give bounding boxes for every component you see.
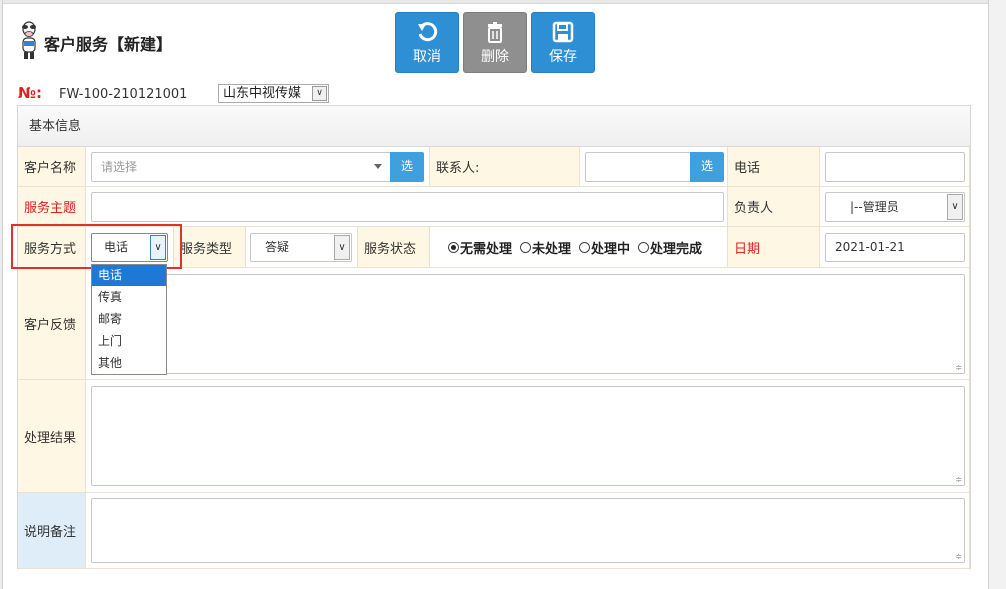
service-type-label: 服务类型 [174,227,246,268]
feedback-textarea[interactable]: ≑ [91,274,965,374]
window-right-scrollbar[interactable] [988,0,1006,589]
status-radio-processing[interactable]: 处理中 [579,238,630,257]
subject-input[interactable] [91,192,724,222]
status-radio-no-need[interactable]: 无需处理 [448,238,512,257]
dropdown-option[interactable]: 其他 [92,352,166,374]
date-input[interactable]: 2021-01-21 [825,233,965,262]
resize-grip-icon[interactable]: ≑ [955,364,962,372]
cancel-button-label: 取消 [413,49,441,65]
resize-grip-icon[interactable]: ≑ [955,476,962,484]
customer-name-label: 客户名称 [18,147,86,187]
service-status-radio-group: 无需处理 未处理 处理中 处理完成 [448,238,710,257]
chevron-down-icon: ∨ [334,235,350,260]
result-textarea[interactable]: ≑ [91,386,965,486]
dropdown-option[interactable]: 电话 [92,265,166,286]
service-status-label: 服务状态 [358,227,430,268]
cancel-button[interactable]: 取消 [395,12,459,73]
contact-input[interactable] [585,152,693,182]
contact-label: 联系人: [430,147,580,187]
radio-checked-icon [448,242,459,253]
dropdown-option[interactable]: 上门 [92,330,166,352]
chevron-down-icon: ∨ [947,194,963,220]
dropdown-option[interactable]: 传真 [92,286,166,308]
contact-choose-button[interactable]: 选 [690,152,724,182]
page-header: 客户服务【新建】 [16,20,172,62]
dropdown-option[interactable]: 邮寄 [92,308,166,330]
page-title: 客户服务【新建】 [44,35,173,54]
window-left-edge [0,0,3,589]
window-top-edge [0,0,1006,4]
panel-title: 基本信息 [18,106,970,147]
save-button[interactable]: 保存 [531,12,595,73]
radio-unchecked-icon [638,242,650,253]
result-label: 处理结果 [18,380,86,493]
service-method-dropdown-list: 电话 传真 邮寄 上门 其他 [91,264,167,375]
resize-grip-icon[interactable]: ≑ [955,553,962,561]
save-button-label: 保存 [549,49,577,65]
owner-label: 负责人 [728,187,820,227]
customer-name-choose-button[interactable]: 选 [390,152,424,182]
record-number-label: №: [18,84,43,102]
phone-input[interactable] [825,152,965,182]
owner-select[interactable]: |--管理员 ∨ [825,192,965,222]
status-radio-pending[interactable]: 未处理 [520,238,571,257]
phone-label: 电话 [728,147,820,187]
company-select[interactable]: 山东中视传媒 ∨ [218,84,329,103]
trash-icon [488,22,502,43]
date-label: 日期 [728,227,820,268]
subject-label: 服务主题 [18,187,86,227]
delete-button[interactable]: 删除 [463,12,527,73]
remarks-textarea[interactable]: ≑ [91,498,965,563]
floppy-disk-icon [552,21,574,43]
service-type-select[interactable]: 答疑 ∨ [250,233,352,262]
highlight-annotation [11,224,182,269]
status-radio-done[interactable]: 处理完成 [638,238,702,257]
remarks-label: 说明备注 [18,493,86,569]
record-number-value: FW-100-210121001 [59,87,188,102]
delete-button-label: 删除 [481,49,509,65]
undo-icon [418,22,438,42]
customer-name-input[interactable]: 请选择 [91,152,391,182]
chevron-down-icon: ∨ [312,86,327,101]
dropdown-triangle-icon [374,164,382,169]
feedback-label: 客户反馈 [18,268,86,380]
radio-unchecked-icon [579,242,591,253]
mascot-icon [22,21,36,59]
radio-unchecked-icon [520,242,532,253]
company-select-value: 山东中视传媒 [223,86,302,101]
